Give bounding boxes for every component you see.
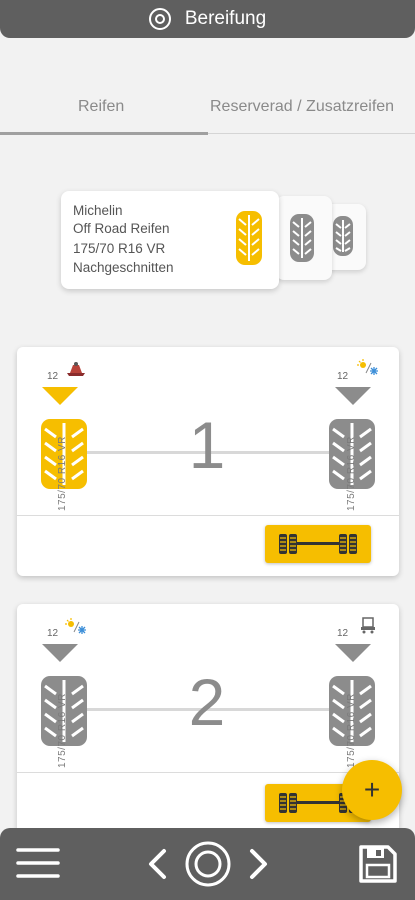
tire-count-left: 12: [47, 371, 59, 382]
position-marker-right[interactable]: [335, 644, 371, 662]
tire-count-right: 12: [337, 628, 349, 639]
position-marker-left[interactable]: [42, 644, 78, 662]
tire-home-icon[interactable]: [184, 840, 232, 888]
tire-card-back-1[interactable]: [276, 196, 332, 280]
plus-icon: +: [363, 774, 381, 805]
chevron-right-icon[interactable]: [248, 848, 270, 880]
tab-spare-wheel[interactable]: Reserverad / Zusatzreifen: [210, 98, 394, 116]
sun-snow-icon: [65, 618, 86, 634]
axle-number: 2: [188, 665, 226, 739]
tire-ring-icon: [148, 8, 171, 30]
axle-card-1[interactable]: 12 12 1 175/70 R16 VR 175/70 R16 VR: [17, 347, 399, 576]
tab-bar: Reifen Reserverad / Zusatzreifen: [0, 84, 415, 135]
tire-size-right: 175/70 R16 VR: [346, 436, 357, 511]
tire-size-left: 175/70 R16 VR: [57, 436, 68, 511]
tire-icon: [333, 216, 353, 256]
tire-size: 175/70 R16 VR: [73, 241, 166, 256]
axle-config-button[interactable]: [265, 525, 371, 563]
save-icon[interactable]: [358, 844, 398, 884]
tire-size-right: 175/70 R16 VR: [346, 693, 357, 768]
position-marker-right[interactable]: [335, 387, 371, 405]
tire-condition: Nachgeschnitten: [73, 260, 174, 275]
tire-count-right: 12: [337, 371, 349, 382]
axle-card-2[interactable]: 12 12 2 175/70 R16 VR 175/70 R16 VR: [17, 604, 399, 844]
add-button[interactable]: +: [342, 760, 402, 820]
tab-tires[interactable]: Reifen: [78, 98, 124, 116]
axle-diagram-icon: [279, 534, 357, 554]
divider: [17, 772, 399, 773]
position-marker-left[interactable]: [42, 387, 78, 405]
tire-icon: [236, 211, 262, 265]
page-title: Bereifung: [184, 8, 267, 29]
tire-count-left: 12: [47, 628, 59, 639]
tire-size-left: 175/70 R16 VR: [57, 693, 68, 768]
chevron-left-icon[interactable]: [146, 848, 168, 880]
tire-type: Off Road Reifen: [73, 221, 170, 236]
divider: [17, 515, 399, 516]
bottom-bar: [0, 828, 415, 900]
axle-number: 1: [188, 408, 226, 482]
sledge-icon: [67, 362, 85, 376]
tire-brand: Michelin: [73, 203, 123, 218]
truck-icon: [361, 617, 375, 634]
menu-icon[interactable]: [16, 846, 60, 880]
top-bar: Bereifung: [0, 0, 415, 38]
tire-info-card[interactable]: Michelin Off Road Reifen 175/70 R16 VR N…: [61, 191, 279, 289]
sun-snow-icon: [357, 359, 378, 375]
tire-icon: [290, 214, 314, 262]
active-tab-indicator: [0, 132, 208, 135]
